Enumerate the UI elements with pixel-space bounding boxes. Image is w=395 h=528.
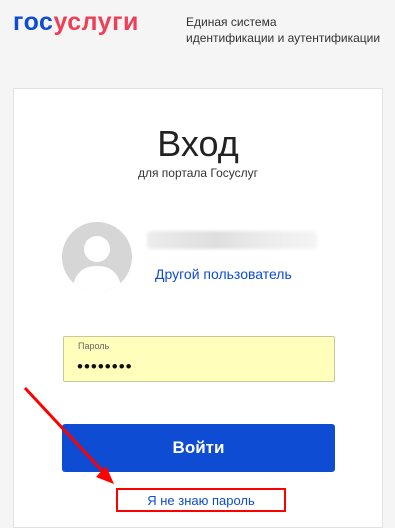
- header: госуслуги Единая система идентификации и…: [0, 0, 395, 85]
- password-input[interactable]: [77, 357, 327, 377]
- tagline: Единая система идентификации и аутентифи…: [186, 14, 380, 46]
- password-field[interactable]: Пароль: [63, 336, 335, 382]
- logo-part-gos: гос: [13, 8, 54, 36]
- gosuslugi-logo[interactable]: госуслуги: [13, 8, 139, 37]
- masked-login: [147, 231, 317, 249]
- tagline-line2: идентификации и аутентификации: [186, 31, 381, 45]
- logo-part-uslugi: услуги: [53, 8, 139, 36]
- password-label: Пароль: [78, 341, 110, 351]
- user-silhouette-icon: [62, 222, 132, 292]
- forgot-password-link[interactable]: Я не знаю пароль: [118, 493, 284, 508]
- forgot-password-highlight: Я не знаю пароль: [116, 488, 286, 512]
- login-button[interactable]: Войти: [62, 424, 335, 472]
- tagline-line1: Единая система: [186, 15, 277, 29]
- other-user-link[interactable]: Другой пользователь: [155, 266, 292, 282]
- page-subtitle: для портала Госуслуг: [137, 166, 259, 180]
- login-card: Вход для портала Госуслуг Другой пользов…: [13, 88, 383, 528]
- page-title: Вход: [157, 123, 239, 164]
